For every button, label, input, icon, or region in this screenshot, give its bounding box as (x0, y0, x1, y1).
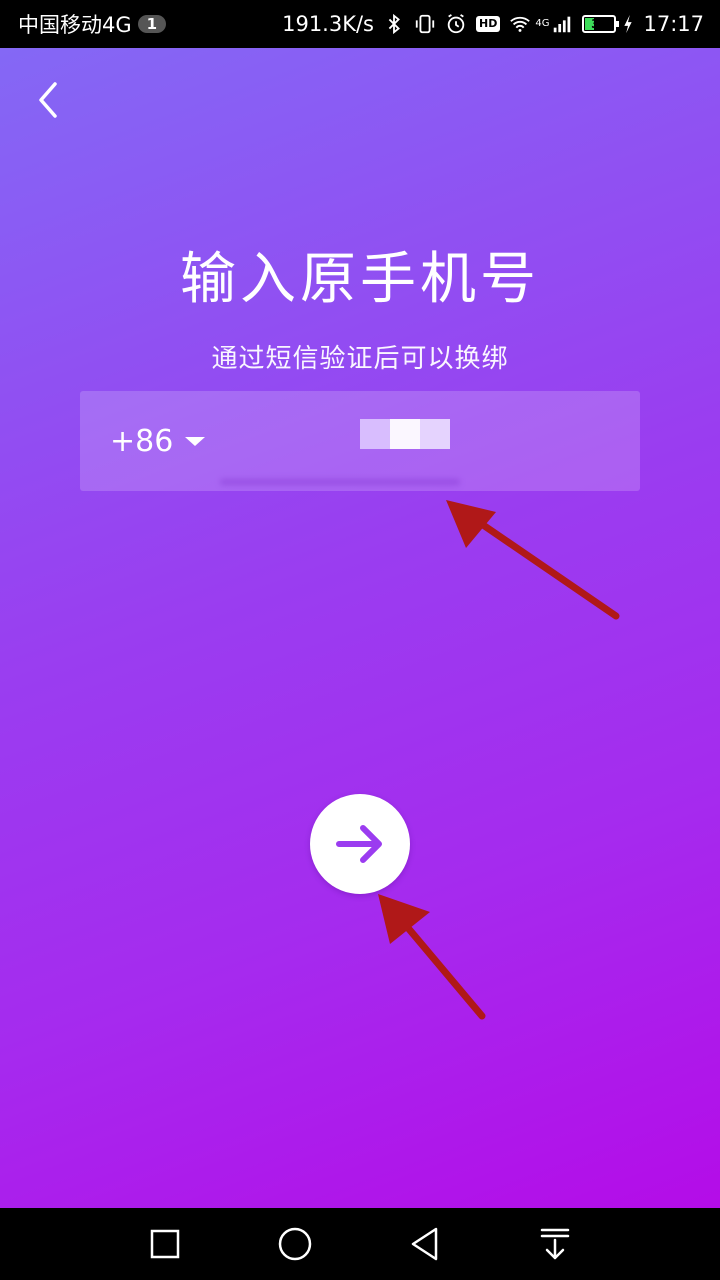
battery-level: 31 (591, 17, 608, 31)
masked-digit (420, 419, 450, 449)
next-button[interactable] (310, 794, 410, 894)
navigation-bar (0, 1208, 720, 1280)
input-underline (220, 479, 460, 485)
back-icon (411, 1227, 438, 1261)
recent-apps-icon (150, 1229, 180, 1259)
annotation-arrow-phone-input (446, 500, 620, 620)
arrow-right-icon (336, 825, 382, 863)
alarm-icon (447, 14, 465, 34)
home-button[interactable] (265, 1214, 325, 1274)
signal-icon (554, 16, 571, 33)
caret-down-icon (185, 436, 206, 446)
main-screen: 输入原手机号 通过短信验证后可以换绑 +86 (0, 48, 720, 1208)
annotation-arrow-next-button (378, 894, 486, 1020)
country-code-selector[interactable]: +86 (110, 423, 206, 459)
status-left: 中国移动4G 1 (18, 9, 167, 39)
clock: 17:17 (643, 12, 704, 36)
bluetooth-icon (388, 13, 400, 35)
hd-icon: HD (476, 16, 501, 32)
masked-digit (390, 419, 420, 449)
wifi-icon (510, 16, 531, 32)
country-code-label: +86 (110, 423, 174, 459)
carrier-label: 中国移动4G (18, 13, 132, 37)
phone-number-row: +86 (80, 391, 640, 491)
status-right: 191.3K/s HD 4G 31 17:17 (273, 12, 704, 36)
home-icon (278, 1227, 312, 1261)
net-speed: 191.3K/s (282, 12, 374, 36)
battery-icon: 31 (582, 15, 620, 33)
network-type: 4G (535, 18, 550, 29)
notification-pull-button[interactable] (525, 1214, 585, 1274)
charging-icon (624, 14, 633, 34)
nav-back-button[interactable] (395, 1214, 455, 1274)
page-subtitle: 通过短信验证后可以换绑 (211, 344, 509, 374)
notification-pull-icon (540, 1228, 570, 1260)
status-bar: 中国移动4G 1 191.3K/s HD 4G 31 17:17 (0, 0, 720, 48)
masked-digit (360, 419, 390, 449)
recent-apps-button[interactable] (135, 1214, 195, 1274)
chevron-left-icon (39, 82, 57, 118)
annotation-arrows (378, 500, 620, 1020)
back-button[interactable] (26, 76, 70, 124)
page-title: 输入原手机号 (180, 247, 540, 312)
vibrate-icon (415, 14, 435, 34)
sim-badge: 1 (137, 15, 167, 33)
